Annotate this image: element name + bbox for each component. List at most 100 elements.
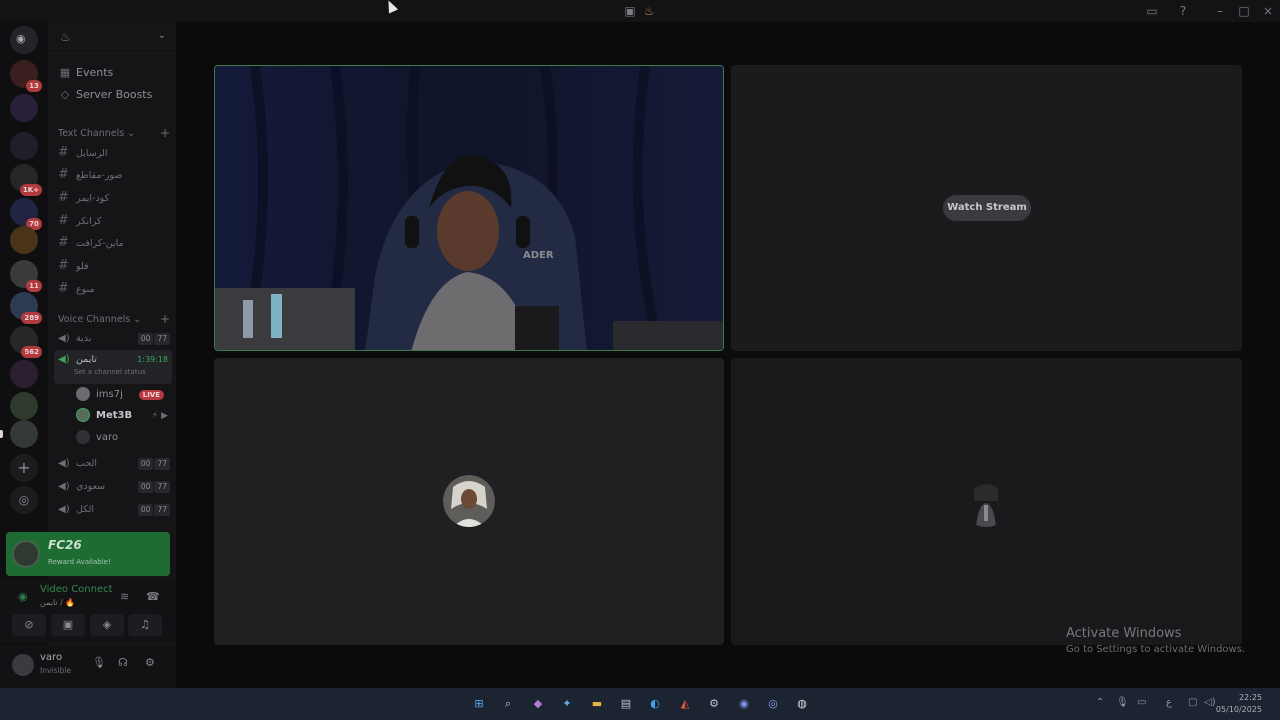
settings-icon[interactable]: ⚙ <box>705 695 723 713</box>
text-channel[interactable]: # منوع <box>58 279 170 299</box>
text-channel[interactable]: # فلو <box>58 256 170 276</box>
calendar-icon: ▦ <box>59 66 71 79</box>
voice-member[interactable]: Met3B ⚡ ▶ <box>76 406 172 426</box>
add-server-icon[interactable]: + <box>10 454 38 482</box>
video-tile-stream[interactable]: Watch Stream <box>731 65 1242 351</box>
maximize-button[interactable]: □ <box>1236 3 1252 19</box>
video-tile-user[interactable] <box>214 358 724 645</box>
chrome-icon[interactable]: ◍ <box>793 695 811 713</box>
server-icon-1[interactable]: 13 <box>10 60 42 92</box>
server-icon-7[interactable]: 289 <box>10 292 42 324</box>
folder-icon[interactable] <box>10 132 38 160</box>
share-screen-button[interactable]: ▣ <box>51 614 85 636</box>
discord-logo-icon: ◉ <box>16 32 26 45</box>
video-icon: ⚡ ▶ <box>151 411 168 421</box>
copilot-icon[interactable]: ✦ <box>558 695 576 713</box>
voice-channel[interactable]: ◀) بدية 00 77 <box>58 329 170 349</box>
server-icon-5[interactable] <box>10 226 38 254</box>
activity-button[interactable]: ◈ <box>90 614 124 636</box>
disconnect-icon[interactable]: ☎ <box>146 590 160 603</box>
text-channel[interactable]: # صور-مقاطع <box>58 165 170 185</box>
noise-suppression-icon[interactable]: ≋ <box>120 590 129 603</box>
avatar <box>960 475 1012 527</box>
inbox-icon[interactable]: ▭ <box>1144 3 1160 19</box>
add-channel-icon[interactable]: + <box>160 126 170 140</box>
discord-app: ▣ ♨ ▭ ? – □ × ◉ 13 1K+ 70 11 289 562 + ◎… <box>0 0 1280 688</box>
username[interactable]: varo <box>40 652 62 663</box>
start-icon[interactable]: ⊞ <box>470 695 488 713</box>
avatar[interactable] <box>12 654 34 676</box>
count-limit: 77 <box>154 481 170 493</box>
server-icon-6[interactable]: 11 <box>10 260 42 292</box>
voice-member[interactable]: ims7j LIVE <box>76 385 172 405</box>
server-icon-10[interactable] <box>10 392 38 420</box>
server-boosts-item[interactable]: ◇ Server Boosts <box>58 85 170 105</box>
server-icon-2[interactable] <box>10 94 38 122</box>
channel-name: الحب <box>76 458 97 469</box>
clock[interactable]: 22:25 05/10/2025 <box>1216 692 1262 716</box>
count-limit: 77 <box>154 458 170 470</box>
brave-icon[interactable]: ◭ <box>676 695 694 713</box>
chevron-down-icon: ⌄ <box>157 30 166 41</box>
language-indicator[interactable]: ع <box>1166 697 1172 708</box>
settings-gear-icon[interactable]: ⚙ <box>145 656 155 669</box>
file-explorer-icon[interactable]: ▬ <box>588 695 606 713</box>
hash-icon: # <box>58 145 69 160</box>
microphone-tray-icon[interactable]: 🎙 <box>1116 697 1129 708</box>
help-icon[interactable]: ? <box>1175 3 1191 19</box>
voice-channel[interactable]: ◀) الحب 00 77 <box>58 454 170 474</box>
voice-status-subtitle[interactable]: تايمن / 🔥 <box>40 598 75 607</box>
text-channel[interactable]: # كرانكر <box>58 211 170 231</box>
edge-icon[interactable]: ◐ <box>646 695 664 713</box>
events-item[interactable]: ▦ Events <box>58 63 170 83</box>
close-button[interactable]: × <box>1260 3 1276 19</box>
soundboard-button[interactable]: ♫ <box>128 614 162 636</box>
video-stage: ADER Watch Stream Activate Windows Go to… <box>176 22 1280 688</box>
widgets-icon[interactable]: ◆ <box>529 695 547 713</box>
minimize-button[interactable]: – <box>1212 3 1228 19</box>
channel-name: بدية <box>76 333 92 344</box>
voice-channel-active[interactable]: ◀) تايمن 1:39:18 Set a channel status <box>54 350 172 384</box>
discover-icon[interactable]: ◎ <box>10 486 38 514</box>
microphone-icon[interactable]: 🎙 <box>92 656 106 669</box>
server-icon-8[interactable]: 562 <box>10 326 42 358</box>
avatar <box>76 408 90 422</box>
reward-promo[interactable]: FC26 Reward Available! <box>6 532 170 576</box>
home-button[interactable]: ◉ <box>10 26 38 54</box>
server-header[interactable]: ♨ ⌄ <box>48 22 176 54</box>
server-icon-9[interactable] <box>10 360 38 388</box>
voice-member[interactable]: varo <box>76 428 172 448</box>
signal-icon[interactable]: ◉ <box>18 590 28 603</box>
server-icon-4[interactable]: 70 <box>10 198 42 230</box>
store-icon[interactable]: ▤ <box>617 695 635 713</box>
chevron-up-icon[interactable]: ⌃ <box>1096 697 1104 708</box>
search-icon[interactable]: ⌕ <box>499 695 517 713</box>
activation-title: Activate Windows <box>1066 626 1182 641</box>
user-panel: varo Invisible 🎙 ☊ ⚙ <box>0 646 176 688</box>
discord-taskbar-icon[interactable]: ◉ <box>735 695 753 713</box>
text-channels-category[interactable]: Text Channels ⌄ + <box>58 126 170 140</box>
video-tile-user[interactable] <box>731 358 1242 645</box>
channel-status[interactable]: Set a channel status <box>74 366 146 378</box>
video-tile-camera[interactable]: ADER <box>214 65 724 351</box>
server-icon-current[interactable] <box>10 420 38 448</box>
headphones-icon[interactable]: ☊ <box>118 656 128 669</box>
network-icon[interactable]: ▢ <box>1188 697 1197 708</box>
svg-text:ADER: ADER <box>523 250 554 261</box>
text-channel[interactable]: # كود-ايمر <box>58 188 170 208</box>
watch-stream-button[interactable]: Watch Stream <box>943 195 1031 221</box>
app-icon[interactable]: ◎ <box>764 695 782 713</box>
channel-name: منوع <box>76 284 95 295</box>
channel-name: الكل <box>76 504 94 515</box>
channel-name: صور-مقاطع <box>76 170 123 181</box>
voice-channel[interactable]: ◀) سعودي 00 77 <box>58 477 170 497</box>
server-icon-3[interactable]: 1K+ <box>10 164 42 196</box>
volume-icon[interactable]: ◁) <box>1204 697 1216 708</box>
text-channel[interactable]: # الرسايل <box>58 143 170 163</box>
voice-channel[interactable]: ◀) الكل 00 77 <box>58 500 170 520</box>
voice-channels-category[interactable]: Voice Channels ⌄ + <box>58 312 170 326</box>
add-channel-icon[interactable]: + <box>160 312 170 326</box>
display-icon[interactable]: ▭ <box>1137 697 1146 708</box>
camera-off-button[interactable]: ⊘ <box>12 614 46 636</box>
text-channel[interactable]: # ماين-كرافت <box>58 233 170 253</box>
